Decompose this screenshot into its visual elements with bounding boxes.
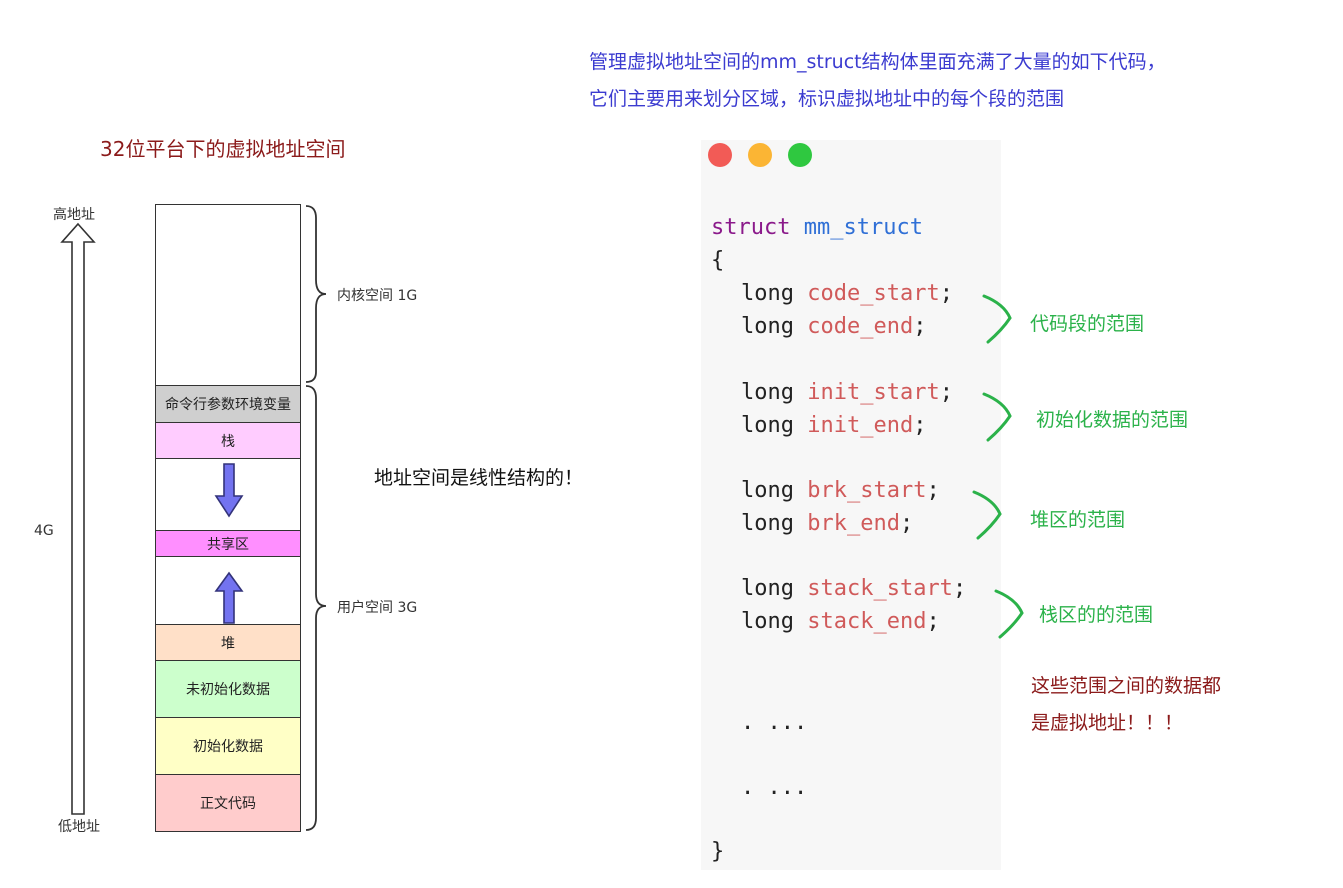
annotation-heap-range: 堆区的范围 [1030,509,1126,531]
user-space-label: 用户空间 3G [337,600,418,616]
shared-label: 共享区 [207,536,249,553]
green-bracket-icon [994,589,1024,639]
long-keyword: long [741,281,794,306]
code-line-code-start: long code_start; [741,281,953,306]
struct-name: mm_struct [803,215,923,240]
code-window [701,140,1001,870]
address-up-arrow-icon [60,222,96,815]
open-brace: { [711,248,725,273]
size-label: 4G [34,523,54,539]
diagram-title: 32位平台下的虚拟地址空间 [100,137,346,161]
low-address-label: 低地址 [58,819,100,835]
args-env-segment: 命令行参数环境变量 [155,385,301,423]
long-keyword: long [741,380,794,405]
kernel-space-label: 内核空间 1G [337,288,418,304]
down-arrow-icon [214,463,244,518]
kernel-space-segment [155,204,301,386]
close-brace: } [711,839,725,864]
long-keyword: long [741,511,794,536]
long-keyword: long [741,576,794,601]
data-label: 初始化数据 [193,739,263,755]
bss-label: 未初始化数据 [186,682,270,698]
virtual-address-note-line2: 是虚拟地址！！！ [1031,712,1184,734]
maximize-dot-icon [788,143,812,167]
struct-keyword: struct [711,215,791,240]
shared-segment: 共享区 [155,530,301,557]
field-brk-start: brk_start [807,478,927,503]
minimize-dot-icon [748,143,772,167]
long-keyword: long [741,478,794,503]
long-keyword: long [741,609,794,634]
virtual-address-note-line1: 这些范围之间的数据都 [1031,675,1222,697]
ellipsis-line-1: . ... [741,710,808,735]
top-note-line1: 管理虚拟地址空间的mm_struct结构体里面充满了大量的如下代码， [589,51,1166,73]
args-env-label: 命令行参数环境变量 [165,397,291,413]
field-code-start: code_start [807,281,940,306]
code-line-code-end: long code_end; [741,314,927,339]
annotation-code-range: 代码段的范围 [1030,313,1145,335]
code-line-brk-end: long brk_end; [741,511,914,536]
close-dot-icon [708,143,732,167]
code-line-stack-end: long stack_end; [741,609,940,634]
field-init-end: init_end [807,413,914,438]
field-init-start: init_start [807,380,940,405]
field-stack-end: stack_end [807,609,927,634]
linear-structure-note: 地址空间是线性结构的！ [374,467,584,489]
field-stack-start: stack_start [807,576,953,601]
virtual-address-note: 这些范围之间的数据都 是虚拟地址！！！ [1031,668,1221,742]
annotation-init-range: 初始化数据的范围 [1036,409,1189,431]
heap-segment: 堆 [155,624,301,661]
text-segment: 正文代码 [155,774,301,832]
ellipsis-line-2: . ... [741,775,808,800]
text-label: 正文代码 [200,796,256,812]
heap-label: 堆 [221,635,235,652]
field-code-end: code_end [807,314,914,339]
stack-segment: 栈 [155,422,301,459]
field-brk-end: brk_end [807,511,900,536]
top-note: 管理虚拟地址空间的mm_struct结构体里面充满了大量的如下代码， 它们主要用… [589,44,1166,118]
bss-segment: 未初始化数据 [155,660,301,718]
top-note-line2: 它们主要用来划分区域，标识虚拟地址中的每个段的范围 [589,88,1065,110]
green-bracket-icon [982,294,1012,344]
high-address-label: 高地址 [53,207,95,223]
code-line-init-start: long init_start; [741,380,953,405]
data-segment: 初始化数据 [155,717,301,775]
braces [305,205,327,831]
code-line-init-end: long init_end; [741,413,927,438]
green-bracket-icon [982,392,1012,442]
green-bracket-icon [972,490,1002,540]
struct-declaration: struct mm_struct [711,215,923,240]
code-line-stack-start: long stack_start; [741,576,967,601]
annotation-stack-range: 栈区的的范围 [1039,604,1154,626]
long-keyword: long [741,314,794,339]
long-keyword: long [741,413,794,438]
stack-label: 栈 [221,433,235,450]
code-line-brk-start: long brk_start; [741,478,940,503]
up-arrow-icon [214,571,244,624]
